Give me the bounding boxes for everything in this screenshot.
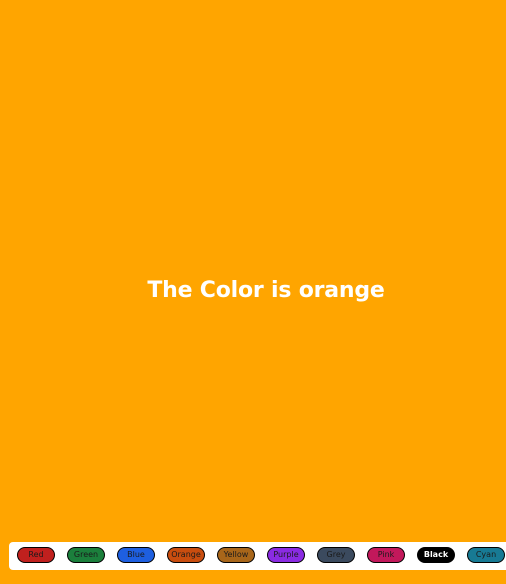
orange-button[interactable]: Orange — [167, 547, 205, 563]
blue-button[interactable]: Blue — [117, 547, 155, 563]
grey-button[interactable]: Grey — [317, 547, 355, 563]
pink-button[interactable]: Pink — [367, 547, 405, 563]
color-message: The Color is orange — [147, 278, 385, 303]
purple-button[interactable]: Purple — [267, 547, 305, 563]
cyan-button[interactable]: Cyan — [467, 547, 505, 563]
green-button[interactable]: Green — [67, 547, 105, 563]
red-button[interactable]: Red — [17, 547, 55, 563]
yellow-button[interactable]: Yellow — [217, 547, 255, 563]
color-toolbar: Red Green Blue Orange Yellow Purple Grey… — [9, 542, 506, 570]
black-button[interactable]: Black — [417, 547, 455, 563]
